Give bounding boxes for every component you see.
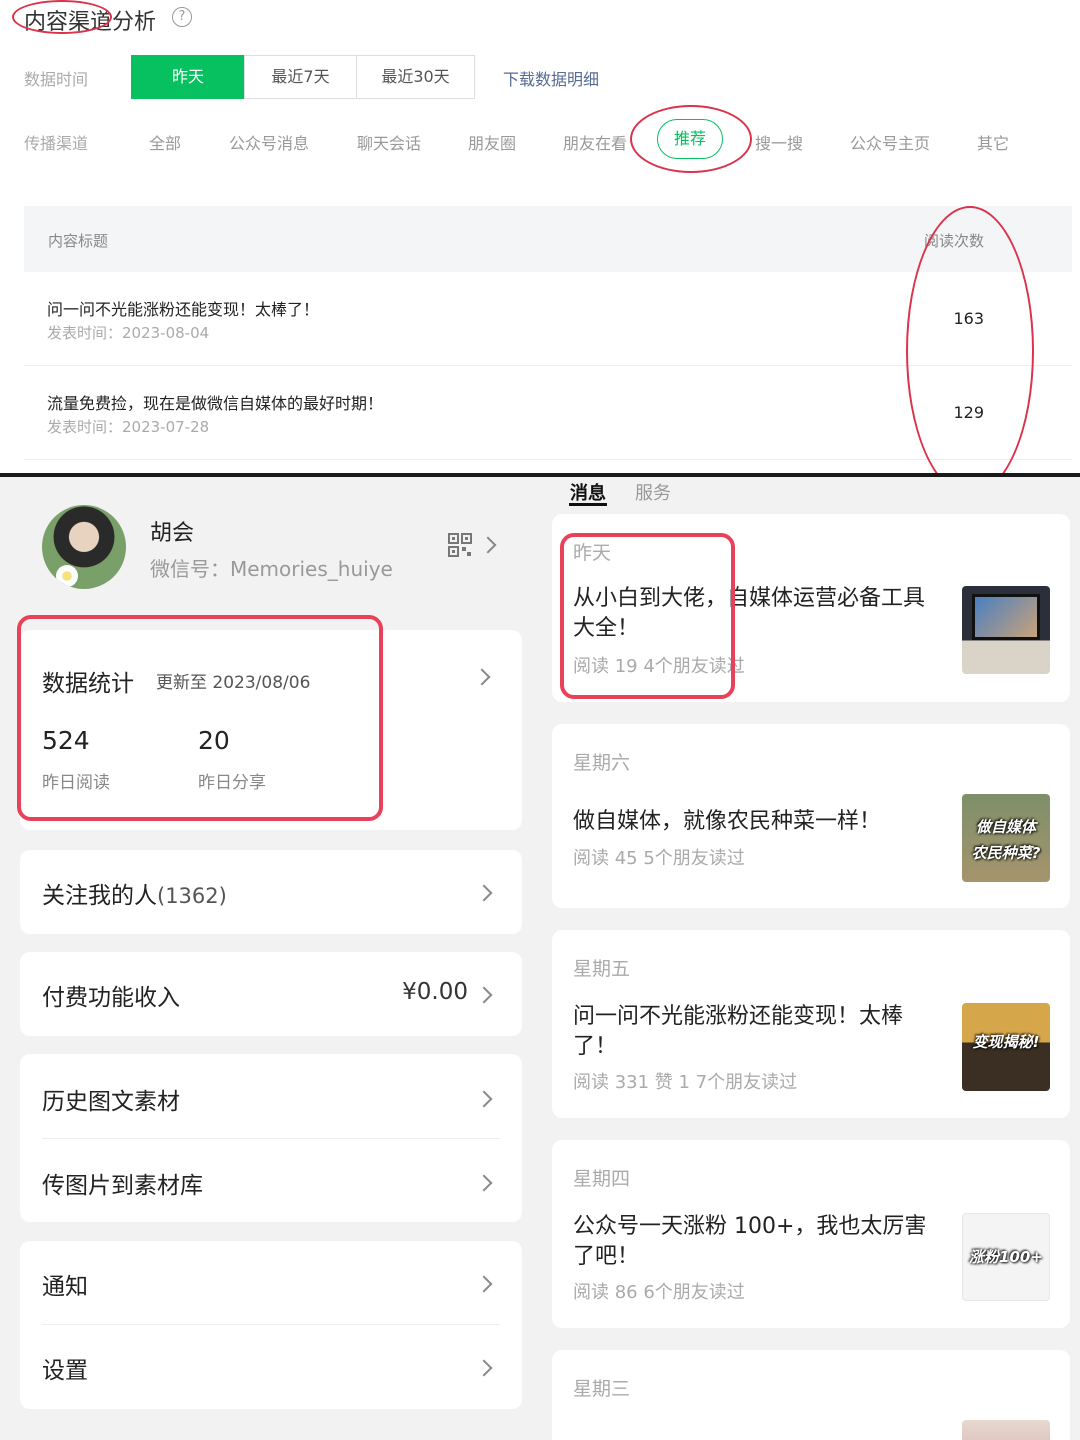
table-header: 内容标题 阅读次数 — [24, 206, 1072, 272]
history-materials-item[interactable]: 历史图文素材 — [42, 1082, 180, 1116]
message-card[interactable]: 星期六 做自媒体，就像农民种菜一样！ 阅读 45 5个朋友读过 做自媒体 农民种… — [552, 724, 1070, 908]
channel-account-home[interactable]: 公众号主页 — [850, 130, 930, 154]
message-day: 星期四 — [573, 1168, 631, 1190]
annotation-circle — [906, 206, 1034, 496]
message-meta: 阅读 45 5个朋友读过 — [573, 848, 745, 869]
column-header-title: 内容标题 — [48, 232, 109, 250]
profile-page: 胡会 微信号：Memories_huiye 数据统计 更新至 2023/08/0… — [0, 477, 540, 1440]
chevron-right-icon — [475, 1275, 493, 1293]
article-thumbnail — [962, 1420, 1050, 1440]
article-thumbnail — [962, 586, 1050, 674]
channel-search[interactable]: 搜一搜 — [755, 130, 803, 154]
range-yesterday-button[interactable]: 昨天 — [131, 55, 245, 99]
settings-group: 通知 设置 — [20, 1241, 522, 1409]
download-details-link[interactable]: 下载数据明细 — [503, 66, 599, 90]
tab-messages[interactable]: 消息 — [570, 479, 606, 505]
message-card[interactable]: 星期四 公众号一天涨粉 100+，我也太厉害了吧！ 阅读 86 6个朋友读过 涨… — [552, 1140, 1070, 1328]
avatar[interactable] — [42, 505, 126, 589]
message-title: 公众号一天涨粉 100+，我也太厉害了吧！ — [573, 1214, 927, 1269]
article-thumbnail: 做自媒体 农民种菜? — [962, 794, 1050, 882]
annotation-circle — [12, 0, 112, 34]
publish-date: 发表时间：2023-08-04 — [47, 324, 210, 342]
tab-services[interactable]: 服务 — [635, 479, 671, 505]
channel-friends-watching[interactable]: 朋友在看 — [563, 130, 627, 154]
divider — [42, 1138, 500, 1139]
divider — [42, 1324, 500, 1325]
article-thumbnail: 变现揭秘! — [962, 1003, 1050, 1091]
channel-other[interactable]: 其它 — [977, 130, 1009, 154]
article-thumbnail: 涨粉100+ — [962, 1213, 1050, 1301]
paid-income-label: 付费功能收入 — [42, 985, 180, 1011]
publish-date: 发表时间：2023-07-28 — [47, 418, 210, 436]
messages-page: 消息 服务 昨天 从小白到大佬，自媒体运营必备工具大全！ 阅读 19 4个朋友读… — [540, 477, 1080, 1440]
annotation-circle — [630, 105, 752, 173]
message-card[interactable]: 星期三 — [552, 1350, 1070, 1440]
channel-moments[interactable]: 朋友圈 — [468, 130, 516, 154]
materials-group: 历史图文素材 传图片到素材库 — [20, 1054, 522, 1222]
channel-label: 传播渠道 — [24, 134, 89, 153]
range-30days-button[interactable]: 最近30天 — [356, 55, 475, 99]
chevron-right-icon — [475, 1359, 493, 1377]
range-7days-button[interactable]: 最近7天 — [244, 55, 357, 99]
user-name: 胡会 — [150, 521, 195, 546]
message-title: 做自媒体，就像农民种菜一样！ — [573, 809, 882, 834]
message-title: 问一问不光能涨粉还能变现！太棒了！ — [573, 1004, 904, 1059]
followers-count: (1362) — [157, 884, 227, 908]
message-day: 星期六 — [573, 752, 631, 774]
message-meta: 阅读 86 6个朋友读过 — [573, 1282, 745, 1303]
paid-income-item[interactable]: 付费功能收入 ¥0.00 — [20, 952, 522, 1036]
thumbnail-caption: 做自媒体 农民种菜? — [971, 818, 1041, 862]
chevron-right-icon — [475, 986, 493, 1004]
paid-income-value: ¥0.00 — [402, 979, 468, 1005]
annotation-box — [560, 533, 735, 699]
chevron-right-icon — [475, 884, 493, 902]
channel-chats[interactable]: 聊天会话 — [357, 130, 421, 154]
message-meta: 阅读 331 赞 1 7个朋友读过 — [573, 1072, 798, 1093]
channel-all[interactable]: 全部 — [149, 130, 181, 154]
wechat-id: 微信号：Memories_huiye — [150, 557, 393, 581]
article-title: 流量免费捡，现在是做微信自媒体的最好时期！ — [47, 394, 384, 413]
thumbnail-caption: 涨粉100+ — [969, 1248, 1043, 1266]
chevron-right-icon[interactable] — [479, 536, 497, 554]
article-title: 问一问不光能涨粉还能变现！太棒了！ — [47, 300, 320, 319]
message-card[interactable]: 星期五 问一问不光能涨粉还能变现！太棒了！ 阅读 331 赞 1 7个朋友读过 … — [552, 930, 1070, 1118]
settings-item[interactable]: 设置 — [42, 1351, 88, 1385]
thumbnail-caption: 变现揭秘! — [972, 1033, 1040, 1051]
qr-code-icon[interactable] — [448, 533, 472, 557]
channel-account-messages[interactable]: 公众号消息 — [229, 130, 309, 154]
chevron-right-icon — [473, 668, 491, 686]
message-day: 星期五 — [573, 958, 631, 980]
time-range-label: 数据时间 — [24, 70, 89, 89]
followers-label: 关注我的人(1362) — [42, 883, 227, 909]
message-day: 星期三 — [573, 1378, 631, 1400]
chevron-right-icon — [475, 1174, 493, 1192]
annotation-box — [17, 615, 383, 821]
active-tab-indicator — [569, 503, 607, 506]
chevron-right-icon — [475, 1090, 493, 1108]
content-channel-analysis-panel: 内容渠道分析 ? 数据时间 昨天 最近7天 最近30天 下载数据明细 传播渠道 … — [0, 0, 1080, 496]
help-icon[interactable]: ? — [172, 7, 192, 27]
notifications-item[interactable]: 通知 — [42, 1267, 88, 1301]
upload-images-item[interactable]: 传图片到素材库 — [42, 1166, 203, 1200]
followers-item[interactable]: 关注我的人(1362) — [20, 850, 522, 934]
